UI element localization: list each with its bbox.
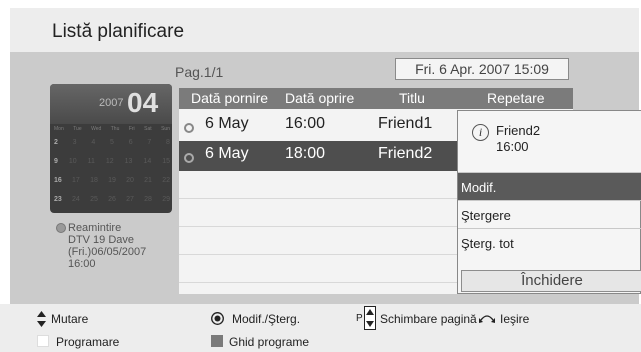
hint-page-change: Schimbare pagină <box>380 312 477 326</box>
row-stop: 16:00 <box>285 115 326 132</box>
options-popup: i Friend2 16:00 Modif. Ştergere Şterg. t… <box>457 110 641 294</box>
clock-icon <box>184 123 194 133</box>
calendar-day: 21 <box>144 177 152 184</box>
calendar-day: 11 <box>87 158 95 165</box>
calendar-day-names: Mon Tue Wed Thu Fri Sat Sun <box>54 126 170 132</box>
calendar-day: 25 <box>90 196 98 203</box>
calendar-day: 8 <box>166 139 170 146</box>
column-header-start: Dată pornire <box>191 90 269 106</box>
up-down-arrow-icon <box>37 311 46 327</box>
calendar-week: 16 17 18 19 20 21 22 <box>54 177 170 184</box>
calendar-day: 7 <box>147 139 152 146</box>
calendar-day: 17 <box>72 177 80 184</box>
menu-item-delete[interactable]: Ştergere <box>458 200 641 228</box>
page-key-label: P <box>356 313 363 324</box>
menu-item-edit[interactable]: Modif. <box>458 172 641 200</box>
day-name: Tue <box>73 126 82 132</box>
column-header-title: Titlu <box>399 90 425 106</box>
calendar: 2007 04 Mon Tue Wed Thu Fri Sat Sun 2 3 … <box>50 84 172 213</box>
calendar-day: 13 <box>124 158 133 165</box>
popup-program-time: 16:00 <box>496 139 529 154</box>
calendar-day: 20 <box>126 177 134 184</box>
current-date: Fri. 6 Apr. 2007 15:09 <box>395 58 569 80</box>
calendar-month: 04 <box>127 87 159 118</box>
row-start: 6 May <box>205 115 249 132</box>
calendar-week: 23 24 25 26 27 28 29 <box>54 196 170 203</box>
calendar-day: 16 <box>54 177 62 184</box>
menu-item-label: Modif. <box>461 180 497 195</box>
column-header-repeat: Repetare <box>487 90 545 106</box>
calendar-week: 9 10 11 12 13 14 15 <box>54 158 170 165</box>
calendar-day: 23 <box>54 196 62 203</box>
calendar-day: 15 <box>162 158 170 165</box>
hint-exit: Ieşire <box>500 312 530 326</box>
hint-move: Mutare <box>51 312 89 326</box>
column-header-stop: Dată oprire <box>285 90 355 106</box>
calendar-day: 27 <box>126 196 134 203</box>
info-icon: i <box>472 124 489 141</box>
clock-icon <box>184 153 194 163</box>
reminder-line: Reamintire <box>68 222 122 234</box>
calendar-day: 24 <box>72 196 80 203</box>
menu-item-delete-all[interactable]: Şterg. tot <box>458 228 641 256</box>
calendar-day: 2 <box>54 139 58 146</box>
hint-schedule: Programare <box>56 335 120 349</box>
reminder-line: (Fri.)06/05/2007 <box>68 246 147 258</box>
row-title: Friend2 <box>378 145 433 162</box>
page-up-down-icon <box>364 306 376 330</box>
menu-item-label: Şterg. tot <box>461 236 514 251</box>
ok-button-icon <box>211 312 224 325</box>
calendar-year: 2007 <box>99 97 124 109</box>
calendar-header: 2007 04 <box>50 84 172 124</box>
calendar-day: 5 <box>110 139 114 146</box>
white-key-icon <box>37 335 49 347</box>
calendar-day: 10 <box>68 158 77 165</box>
day-name: Sat <box>144 126 152 132</box>
day-name: Fri <box>128 126 135 132</box>
reminder-line: 16:00 <box>68 258 96 270</box>
back-arrow-icon <box>479 315 495 323</box>
calendar-day: 29 <box>162 196 170 203</box>
calendar-day: 22 <box>162 177 170 184</box>
calendar-day: 19 <box>108 177 116 184</box>
calendar-day: 4 <box>91 139 96 146</box>
day-name: Mon <box>54 126 64 132</box>
calendar-day: 3 <box>72 139 77 146</box>
reminder-text: Reamintire DTV 19 Dave (Fri.)06/05/2007 … <box>68 222 178 270</box>
popup-info: i Friend2 16:00 <box>458 111 641 172</box>
row-stop: 18:00 <box>285 145 326 162</box>
screen: Listă planificare Pag.1/1 Fri. 6 Apr. 20… <box>0 0 641 352</box>
calendar-day: 26 <box>108 196 116 203</box>
calendar-day: 18 <box>90 177 98 184</box>
clock-icon <box>56 223 66 233</box>
grey-key-icon <box>211 335 223 347</box>
close-button[interactable]: Închidere <box>461 270 641 292</box>
day-name: Sun <box>161 126 170 132</box>
calendar-day: 12 <box>105 158 114 165</box>
day-name: Wed <box>91 126 102 132</box>
page-indicator: Pag.1/1 <box>175 64 224 80</box>
page-title: Listă planificare <box>52 21 185 42</box>
calendar-day: 9 <box>54 158 58 165</box>
row-start: 6 May <box>205 145 249 162</box>
calendar-week: 2 3 4 5 6 7 8 <box>54 139 170 146</box>
hint-edit-delete: Modif./Şterg. <box>232 312 301 326</box>
calendar-day: 28 <box>144 196 152 203</box>
title-bar: Listă planificare <box>10 8 639 52</box>
calendar-day: 14 <box>143 158 152 165</box>
footer-help-bar: Mutare Modif./Şterg. P Schimbare pagină … <box>0 304 641 352</box>
day-name: Thu <box>110 126 120 132</box>
row-title: Friend1 <box>378 115 433 132</box>
calendar-day: 6 <box>128 139 133 146</box>
reminder-line: DTV 19 Dave <box>68 234 135 246</box>
popup-program-name: Friend2 <box>496 123 541 138</box>
menu-item-label: Ştergere <box>461 208 511 223</box>
hint-guide: Ghid programe <box>229 335 310 349</box>
table-header: Dată pornire Dată oprire Titlu Repetare <box>179 88 573 109</box>
